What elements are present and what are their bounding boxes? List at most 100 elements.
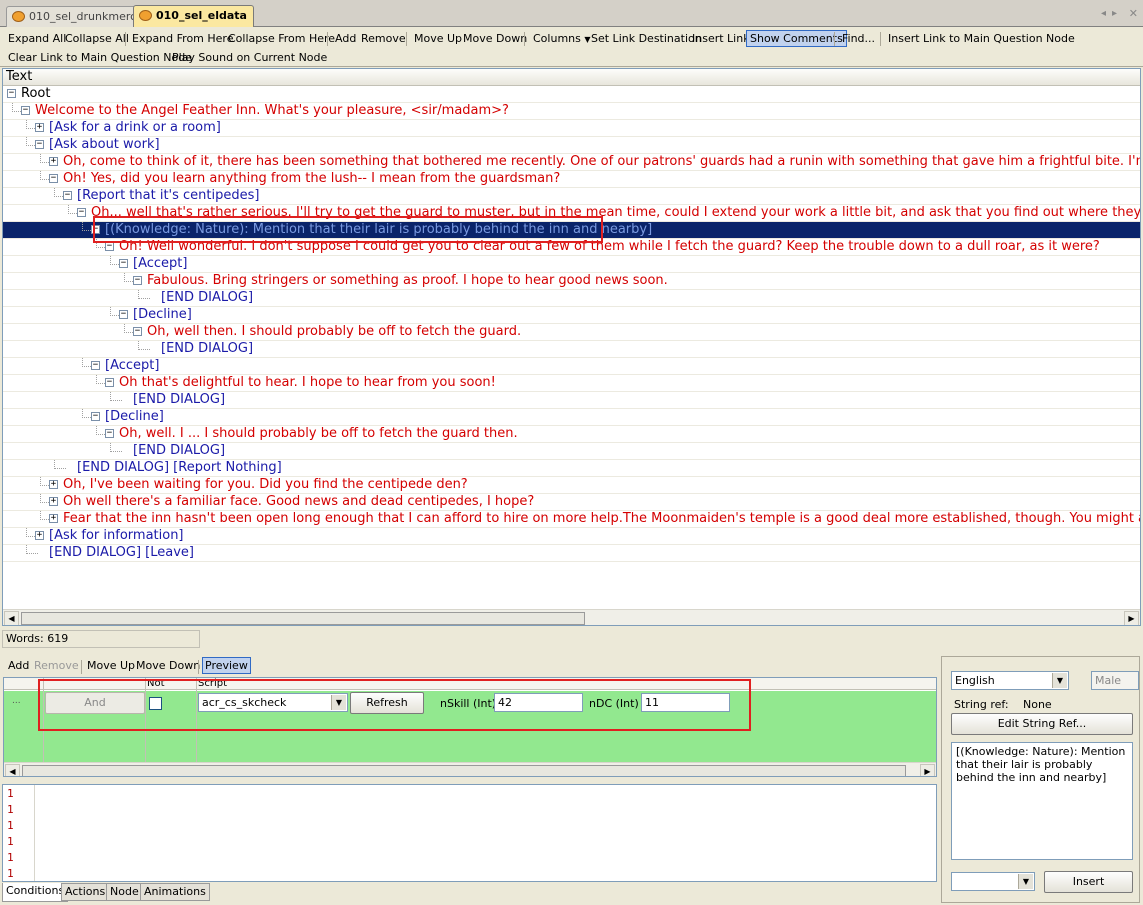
chevron-down-icon[interactable]: ▼: [1052, 673, 1067, 688]
tab-scroll-arrows-icon[interactable]: ◂▸: [1101, 8, 1123, 19]
tab-drunkmerc[interactable]: 010_sel_drunkmerc: [6, 6, 144, 27]
collapse-node-icon[interactable]: −: [119, 310, 128, 319]
collapse-node-icon[interactable]: −: [7, 89, 16, 98]
collapse-node-icon[interactable]: −: [105, 242, 114, 251]
script-combobox[interactable]: acr_cs_skcheck ▼: [198, 693, 348, 712]
columns-dropdown-button[interactable]: Columns ▼: [529, 30, 595, 47]
text-column-header[interactable]: Text: [3, 69, 1140, 86]
scroll-right-icon[interactable]: ▶: [1124, 611, 1139, 625]
tab-eldata[interactable]: 010_sel_eldata: [133, 5, 254, 27]
collapse-node-icon[interactable]: −: [63, 191, 72, 200]
tree-node[interactable]: − Oh! Yes, did you learn anything from th…: [3, 171, 1140, 188]
tree-node[interactable]: − Oh that's delightful to hear. I hope to…: [3, 375, 1140, 392]
collapse-node-icon[interactable]: −: [119, 259, 128, 268]
tree-horizontal-scrollbar[interactable]: ◀ ▶: [3, 609, 1140, 625]
gender-select[interactable]: Male: [1091, 671, 1139, 690]
tree-node[interactable]: − [Accept]: [3, 256, 1140, 273]
and-button[interactable]: And: [45, 692, 145, 714]
collapse-node-icon[interactable]: −: [91, 361, 100, 370]
tree-node[interactable]: + Oh well there's a familiar face. Good n…: [3, 494, 1140, 511]
conditions-grid[interactable]: Not Script ... And acr_cs_skcheck ▼ Refr…: [3, 677, 937, 777]
scroll-thumb[interactable]: [22, 765, 906, 776]
tree-node[interactable]: − Welcome to the Angel Feather Inn. What'…: [3, 103, 1140, 120]
remove-button[interactable]: Remove: [357, 30, 410, 47]
tree-node[interactable]: + Fear that the inn hasn't been open long…: [3, 511, 1140, 528]
condition-move-up-button[interactable]: Move Up: [84, 657, 138, 674]
insert-link-button[interactable]: Insert Link: [688, 30, 754, 47]
scroll-thumb[interactable]: [21, 612, 585, 625]
tab-node[interactable]: Node: [106, 883, 143, 901]
close-tab-icon[interactable]: ✕: [1129, 7, 1138, 20]
not-checkbox[interactable]: [149, 697, 162, 710]
refresh-button[interactable]: Refresh: [350, 692, 424, 714]
chevron-down-icon[interactable]: ▼: [331, 695, 346, 710]
insert-link-main-question-button[interactable]: Insert Link to Main Question Node: [884, 30, 1079, 47]
expand-node-icon[interactable]: +: [49, 157, 58, 166]
collapse-node-icon[interactable]: −: [133, 276, 142, 285]
tree-node[interactable]: − [Ask about work]: [3, 137, 1140, 154]
expand-node-icon[interactable]: +: [49, 514, 58, 523]
chevron-down-icon[interactable]: ▼: [1018, 874, 1033, 889]
collapse-node-icon[interactable]: −: [133, 327, 142, 336]
collapse-all-button[interactable]: Collapse All: [61, 30, 133, 47]
tree-node[interactable]: − [Report that it's centipedes]: [3, 188, 1140, 205]
tree-node[interactable]: − Root: [3, 86, 1140, 103]
collapse-node-icon[interactable]: −: [49, 174, 58, 183]
preview-button[interactable]: Preview: [202, 657, 251, 674]
tree-node[interactable]: + [Ask for a drink or a room]: [3, 120, 1140, 137]
row-selector[interactable]: ...: [12, 696, 21, 706]
edit-string-ref-button[interactable]: Edit String Ref...: [951, 713, 1133, 735]
add-button[interactable]: Add: [331, 30, 360, 47]
collapse-node-icon[interactable]: −: [105, 429, 114, 438]
collapse-node-icon[interactable]: −: [105, 378, 114, 387]
language-select[interactable]: English ▼: [951, 671, 1069, 690]
play-sound-button[interactable]: Play Sound on Current Node: [168, 49, 331, 66]
dialog-tree[interactable]: Text − Root − Welcome to the Angel Feather …: [2, 68, 1141, 626]
tree-node[interactable]: − Oh... well that's rather serious. I'll …: [3, 205, 1140, 222]
insert-token-select[interactable]: ▼: [951, 872, 1035, 891]
tree-node[interactable]: − [Decline]: [3, 409, 1140, 426]
expand-from-here-button[interactable]: Expand From Here: [128, 30, 237, 47]
expand-node-icon[interactable]: +: [49, 480, 58, 489]
nskill-input[interactable]: 42: [494, 693, 583, 712]
scroll-left-icon[interactable]: ◀: [5, 764, 20, 776]
scroll-right-icon[interactable]: ▶: [920, 764, 935, 776]
find-button[interactable]: Find...: [838, 30, 879, 47]
tree-node[interactable]: [END DIALOG] [Leave]: [3, 545, 1140, 562]
tree-node[interactable]: − Oh, well. I ... I should probably be of…: [3, 426, 1140, 443]
move-up-button[interactable]: Move Up: [410, 30, 466, 47]
collapse-node-icon[interactable]: −: [21, 106, 30, 115]
expand-node-icon[interactable]: +: [35, 531, 44, 540]
collapse-node-icon[interactable]: −: [91, 412, 100, 421]
move-down-button[interactable]: Move Down: [459, 30, 531, 47]
grid-horizontal-scrollbar[interactable]: ◀ ▶: [4, 762, 936, 776]
condition-move-down-button[interactable]: Move Down: [133, 657, 203, 674]
tab-conditions[interactable]: Conditions: [2, 883, 69, 902]
tree-node[interactable]: − Fabulous. Bring stringers or something …: [3, 273, 1140, 290]
tree-node[interactable]: − [Accept]: [3, 358, 1140, 375]
collapse-node-icon[interactable]: −: [77, 208, 86, 217]
tree-node[interactable]: − Oh, well then. I should probably be off…: [3, 324, 1140, 341]
condition-add-button[interactable]: Add: [5, 657, 32, 674]
tree-node[interactable]: + Oh, I've been waiting for you. Did you …: [3, 477, 1140, 494]
expand-node-icon[interactable]: +: [49, 497, 58, 506]
collapse-node-icon[interactable]: −: [35, 140, 44, 149]
tree-node[interactable]: [END DIALOG]: [3, 392, 1140, 409]
tree-node[interactable]: + [Ask for information]: [3, 528, 1140, 545]
scroll-left-icon[interactable]: ◀: [4, 611, 19, 625]
tree-node[interactable]: [END DIALOG]: [3, 341, 1140, 358]
tree-node[interactable]: − Oh! Well wonderful. I don't suppose I c…: [3, 239, 1140, 256]
tab-animations[interactable]: Animations: [140, 883, 210, 901]
tree-node[interactable]: − [Decline]: [3, 307, 1140, 324]
tree-node[interactable]: + Oh, come to think of it, there has been…: [3, 154, 1140, 171]
tree-node[interactable]: [END DIALOG] [Report Nothing]: [3, 460, 1140, 477]
collapse-node-icon[interactable]: −: [91, 225, 100, 234]
tab-actions[interactable]: Actions: [61, 883, 110, 901]
tree-node-selected[interactable]: − [(Knowledge: Nature): Mention that thei…: [3, 222, 1140, 239]
collapse-from-here-button[interactable]: Collapse From Here: [224, 30, 339, 47]
insert-button[interactable]: Insert: [1044, 871, 1133, 893]
expand-node-icon[interactable]: +: [35, 123, 44, 132]
ndc-input[interactable]: 11: [641, 693, 730, 712]
condition-remove-button[interactable]: Remove: [31, 657, 82, 674]
tree-node[interactable]: [END DIALOG]: [3, 290, 1140, 307]
